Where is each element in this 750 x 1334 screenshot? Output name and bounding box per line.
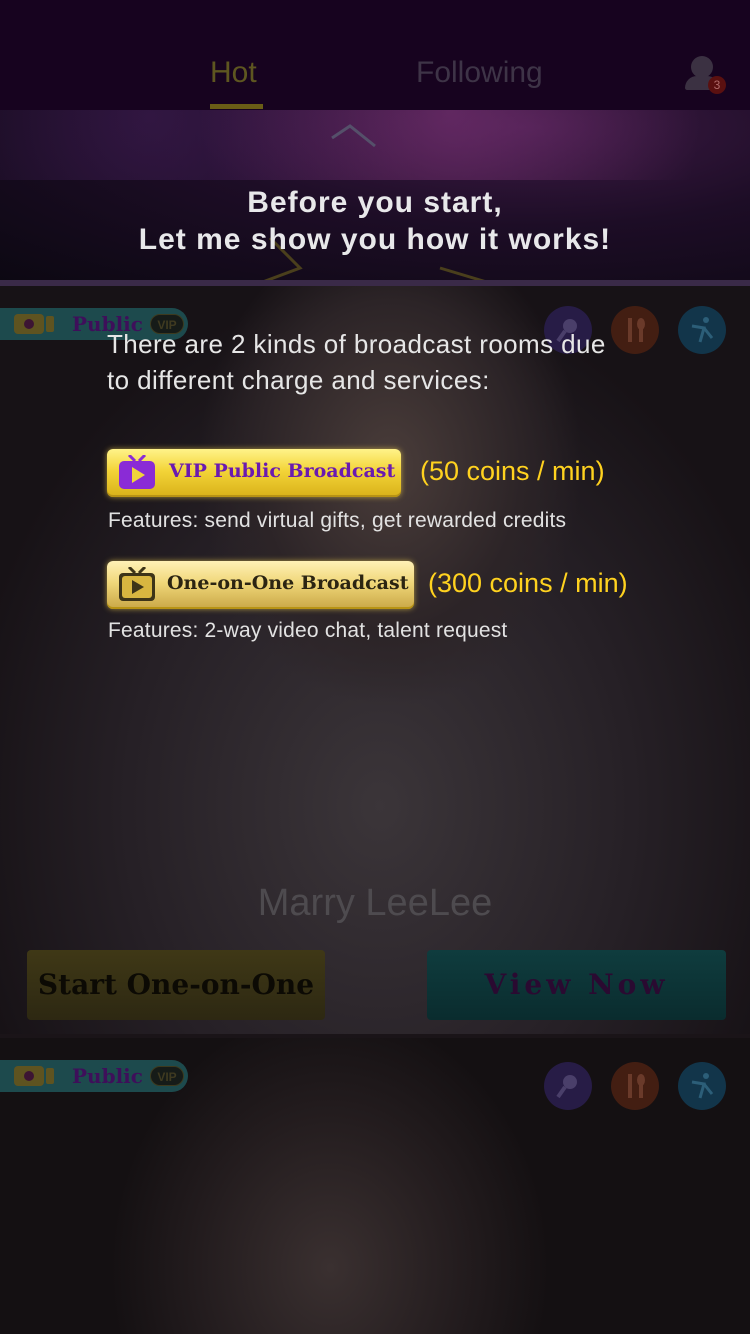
camera-icon — [14, 314, 44, 334]
mic-icon — [544, 1062, 592, 1110]
notification-badge: 3 — [708, 76, 726, 94]
view-now-button[interactable]: View Now — [427, 950, 726, 1020]
camera-icon — [14, 1066, 44, 1086]
vip-public-broadcast-label: VIP Public Broadcast — [169, 460, 396, 482]
intro-line-2: to different charge and services: — [107, 365, 490, 395]
streamer-name: Marry LeeLee — [257, 882, 493, 924]
one-on-one-broadcast-badge: One-on-One Broadcast — [107, 561, 414, 609]
vip-price: (50 coins / min) — [420, 456, 605, 486]
user-icon[interactable]: 3 — [684, 56, 728, 96]
vip-features: Features: send virtual gifts, get reward… — [108, 509, 567, 532]
vip-public-broadcast-badge: VIP Public Broadcast — [107, 449, 401, 497]
broadcast-card[interactable]: Public VIP — [0, 1038, 750, 1334]
active-tab-indicator — [210, 104, 263, 109]
banner-line-1: Before you start, — [247, 186, 503, 219]
room-type-pill: Public VIP — [0, 1060, 188, 1092]
one-on-one-features: Features: 2-way video chat, talent reque… — [108, 619, 508, 642]
tab-hot[interactable]: Hot — [210, 56, 257, 90]
room-type-label: Public — [72, 1064, 143, 1088]
top-nav-bar: Hot Following 3 — [0, 0, 750, 110]
dance-icon — [678, 1062, 726, 1110]
vip-badge: VIP — [150, 1066, 184, 1086]
tutorial-banner: Before you start, Let me show you how it… — [0, 110, 750, 282]
fork-spoon-icon — [611, 1062, 659, 1110]
tv-play-icon — [119, 455, 155, 489]
broadcast-card[interactable]: Public VIP Marry LeeLee Start One-on-One… — [0, 286, 750, 1036]
tv-play-icon — [119, 567, 155, 601]
camera-icon-part — [46, 1068, 54, 1084]
tutorial-intro: There are 2 kinds of broadcast rooms due… — [107, 326, 707, 398]
intro-line-1: There are 2 kinds of broadcast rooms due — [107, 329, 606, 359]
camera-icon-part — [46, 316, 54, 332]
tab-following[interactable]: Following — [416, 56, 543, 90]
one-on-one-broadcast-label: One-on-One Broadcast — [167, 572, 409, 594]
banner-line-2: Let me show you how it works! — [138, 223, 612, 256]
one-on-one-price: (300 coins / min) — [428, 568, 628, 598]
start-one-on-one-button[interactable]: Start One-on-One — [27, 950, 325, 1020]
